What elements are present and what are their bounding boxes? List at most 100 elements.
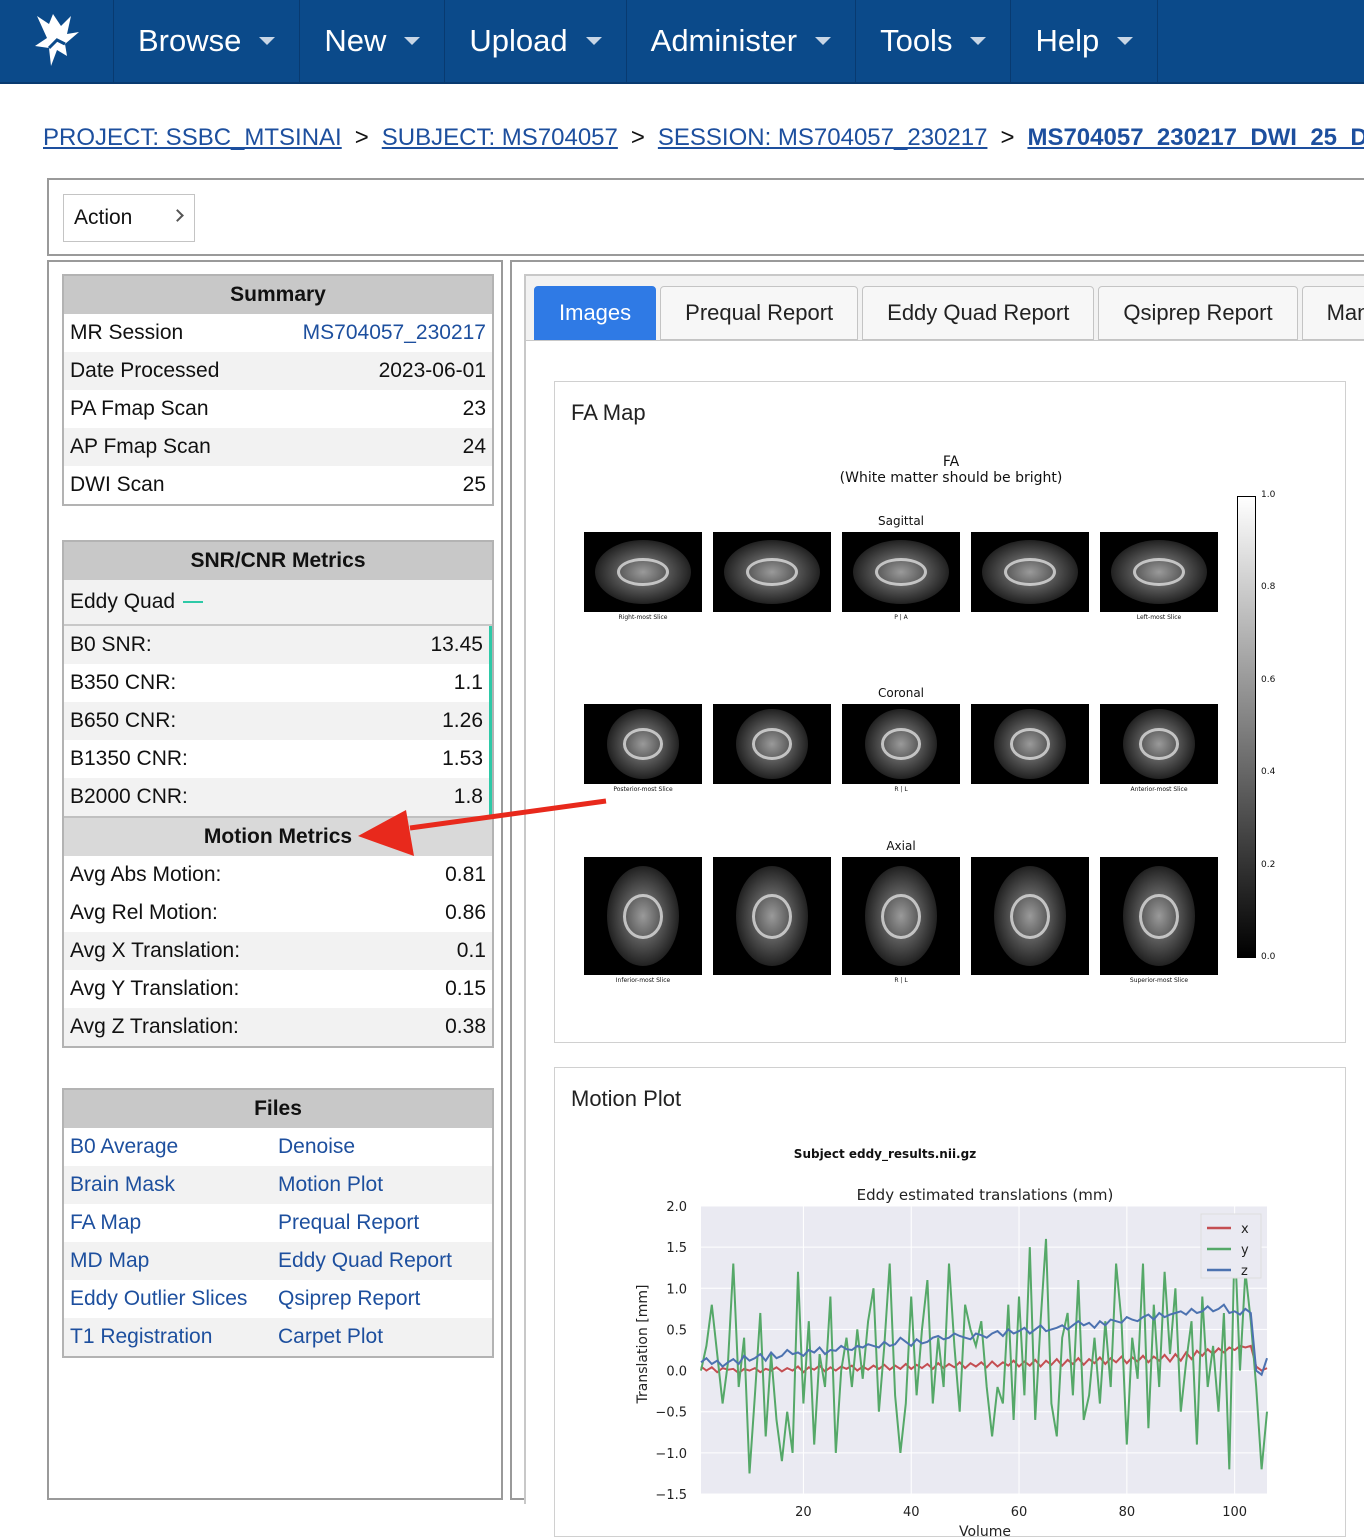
tab-eddy-quad-report[interactable]: Eddy Quad Report: [862, 286, 1095, 340]
fa-map-title: FA Map: [571, 400, 646, 425]
summary-row: AP Fmap Scan 24: [64, 428, 492, 466]
colorbar-tick-label: 0.4: [1261, 767, 1276, 778]
file-link-t1-registration[interactable]: T1 Registration: [70, 1325, 212, 1348]
fa-slice-label: R | L: [894, 977, 908, 984]
colorbar-tick-label: 1.0: [1261, 490, 1276, 500]
snr-row: B1350 CNR: 1.53: [64, 740, 489, 778]
chart-x-tick-label: 20: [795, 1505, 812, 1520]
files-row: B0 Average Denoise: [64, 1128, 492, 1166]
file-link-eddy-outlier-slices[interactable]: Eddy Outlier Slices: [70, 1287, 247, 1310]
fa-slice-image: [842, 532, 960, 612]
tab-prequal-report[interactable]: Prequal Report: [660, 286, 859, 340]
colorbar-tick-label: 0.2: [1261, 859, 1276, 870]
eddy-quad-label: Eddy Quad: [70, 590, 176, 613]
fa-slice-label: Posterior-most Slice: [613, 786, 673, 793]
chart-y-tick-label: 2.0: [666, 1200, 687, 1215]
chart-x-tick-label: 60: [1011, 1505, 1028, 1520]
motion-value: 0.38: [445, 1015, 486, 1038]
xnat-logo-icon[interactable]: [0, 0, 114, 82]
eddy-quad-toggle[interactable]: Eddy Quad: [64, 580, 492, 626]
fa-slice-label: Inferior-most Slice: [615, 977, 671, 984]
nav-help-label: Help: [1035, 23, 1100, 58]
motion-value: 0.15: [445, 977, 486, 1000]
breadcrumb-separator: >: [354, 124, 369, 151]
file-link-eddy-quad-report[interactable]: Eddy Quad Report: [278, 1249, 452, 1272]
summary-row: DWI Scan 25: [64, 466, 492, 504]
chart-ylabel: Translation [mm]: [635, 1285, 651, 1405]
caret-down-icon: [585, 37, 602, 45]
chart-y-tick-label: 1.0: [666, 1282, 687, 1297]
chart-legend: [1200, 1213, 1262, 1279]
file-link-carpet-plot[interactable]: Carpet Plot: [278, 1325, 383, 1348]
summary-label: PA Fmap Scan: [70, 397, 209, 420]
chart-plot-area: 2.0 1.5 1.0 0.5 0.0 −0.5 −1.0 −1.5 20 40 60 80 100 xy…: [655, 1200, 1268, 1520]
breadcrumb-subject-link[interactable]: SUBJECT: MS704057: [382, 124, 618, 151]
file-link-brain-mask[interactable]: Brain Mask: [70, 1173, 175, 1196]
action-label: Action: [74, 206, 133, 229]
fa-slice-image: [713, 532, 831, 612]
breadcrumb-separator: >: [1000, 124, 1015, 151]
mr-session-link[interactable]: MS704057_230217: [303, 321, 486, 345]
nav-help[interactable]: Help: [1011, 0, 1159, 82]
tab-manual[interactable]: Manu: [1301, 286, 1364, 340]
fa-slice-image: [971, 532, 1089, 612]
fa-row-heading: Axial: [886, 839, 916, 853]
file-link-denoise[interactable]: Denoise: [278, 1135, 355, 1158]
summary-label: DWI Scan: [70, 473, 165, 496]
chart-y-tick-label: 1.5: [666, 1241, 687, 1256]
breadcrumb-session-link[interactable]: SESSION: MS704057_230217: [658, 124, 988, 151]
motion-value: 0.86: [445, 901, 486, 924]
snr-cnr-table: SNR/CNR Metrics Eddy Quad B0 SNR: 13.45 …: [62, 540, 494, 1048]
colorbar-tick-label: 0.8: [1261, 582, 1276, 593]
snr-value: 1.1: [453, 671, 483, 694]
tab-qsiprep-report[interactable]: Qsiprep Report: [1098, 286, 1298, 340]
summary-label: AP Fmap Scan: [70, 435, 211, 458]
motion-row: Avg Z Translation: 0.38: [64, 1008, 492, 1046]
nav-upload[interactable]: Upload: [445, 0, 627, 82]
snr-row: B0 SNR: 13.45: [64, 626, 489, 664]
fa-slice-image: [584, 532, 702, 612]
caret-down-icon: [815, 37, 832, 45]
summary-value: 25: [462, 473, 486, 496]
snr-row: B2000 CNR: 1.8: [64, 778, 489, 816]
fa-slice-image: [971, 857, 1089, 975]
fa-slice-image: [1100, 857, 1218, 975]
nav-browse[interactable]: Browse: [114, 0, 301, 82]
fa-slice-label: Left-most Slice: [1136, 614, 1182, 621]
caret-down-icon: [404, 37, 421, 45]
file-link-md-map[interactable]: MD Map: [70, 1249, 149, 1272]
summary-row: Date Processed 2023-06-01: [64, 352, 492, 390]
file-link-motion-plot[interactable]: Motion Plot: [278, 1173, 383, 1196]
chart-y-tick-label: 0.5: [666, 1323, 687, 1338]
fa-slice-image: [842, 704, 960, 784]
files-table: Files B0 Average Denoise Brain Mask Moti…: [62, 1088, 494, 1358]
nav-new[interactable]: New: [300, 0, 446, 82]
nav-administer[interactable]: Administer: [627, 0, 857, 82]
summary-row: MR Session MS704057_230217: [64, 314, 492, 352]
caret-down-icon: [259, 37, 276, 45]
top-navigation-bar: Browse New Upload Administer Tools Help: [0, 0, 1364, 84]
file-link-b0-average[interactable]: B0 Average: [70, 1135, 178, 1158]
legend-label-y: y: [1241, 1243, 1249, 1258]
fa-row-heading: Sagittal: [877, 514, 925, 528]
file-link-qsiprep-report[interactable]: Qsiprep Report: [278, 1287, 420, 1310]
tab-images[interactable]: Images: [534, 286, 657, 340]
fa-slice-image: [842, 857, 960, 975]
file-link-prequal-report[interactable]: Prequal Report: [278, 1211, 419, 1234]
snr-label: B1350 CNR:: [70, 747, 188, 770]
breadcrumb-project-link[interactable]: PROJECT: SSBC_MTSINAI: [43, 124, 342, 151]
motion-label: Avg Y Translation:: [70, 977, 240, 1000]
files-row: MD Map Eddy Quad Report: [64, 1242, 492, 1280]
breadcrumb-current-link[interactable]: MS704057_230217_DWI_25_D: [1027, 124, 1364, 151]
breadcrumb-separator: >: [630, 124, 645, 151]
action-button[interactable]: Action: [63, 194, 195, 242]
summary-value: 2023-06-01: [378, 359, 486, 382]
fa-map-card: FA Map FA (White matter should be bright…: [554, 381, 1346, 1043]
fa-slice-image: [713, 704, 831, 784]
nav-tools[interactable]: Tools: [856, 0, 1012, 82]
fa-figure-subtitle: (White matter should be bright): [839, 470, 1063, 486]
file-link-fa-map[interactable]: FA Map: [70, 1211, 141, 1234]
summary-label: MR Session: [70, 321, 184, 344]
nav-upload-label: Upload: [469, 23, 568, 58]
snr-value: 13.45: [430, 633, 483, 656]
